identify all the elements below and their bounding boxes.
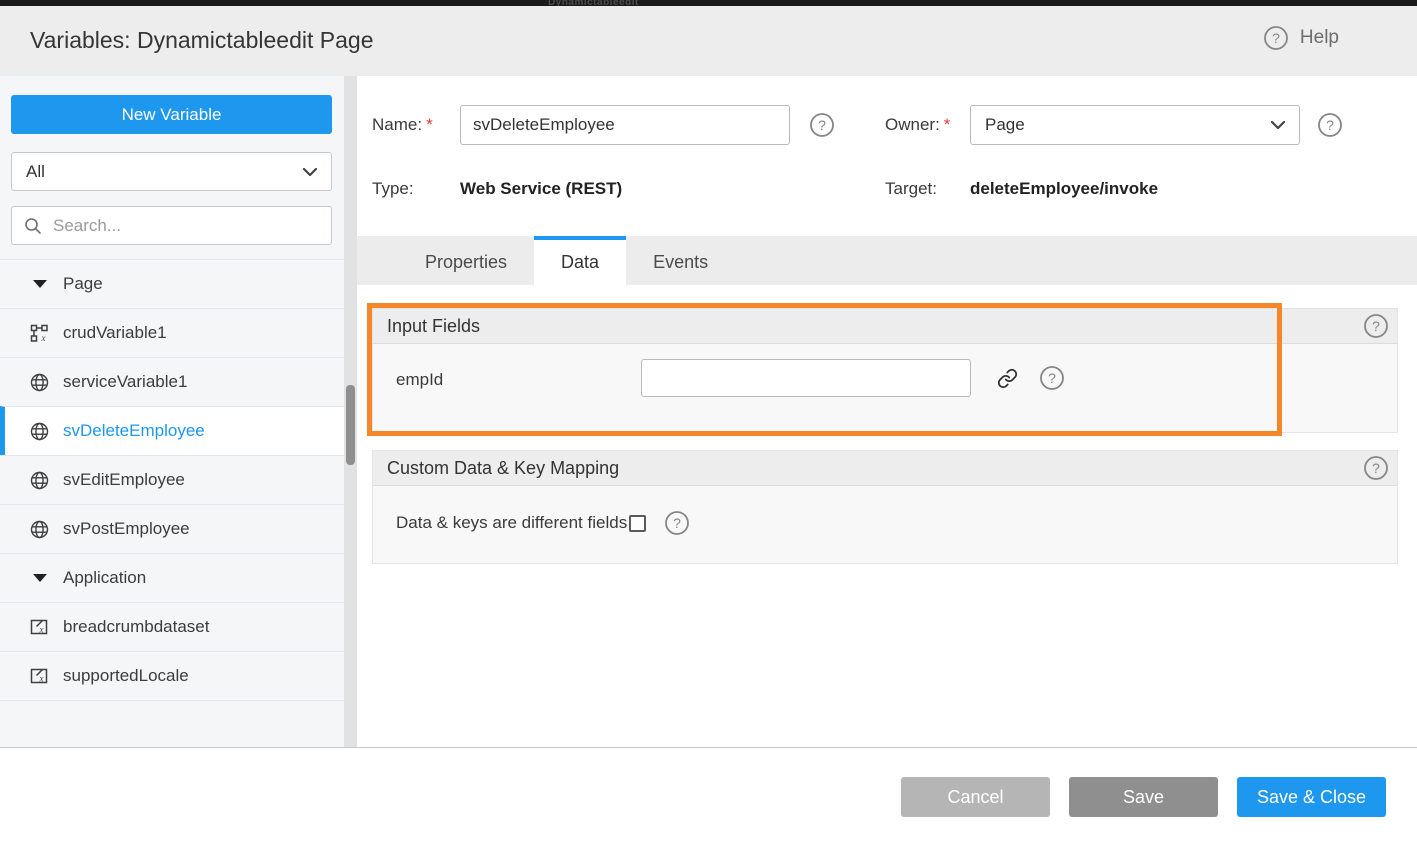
custom-mapping-header: Custom Data & Key Mapping [373,451,1397,486]
dialog-footer: Cancel Save Save & Close [0,748,1417,845]
variable-row-servicevariable1[interactable]: serviceVariable1 [0,357,344,406]
group-row-page[interactable]: Page [0,259,344,308]
input-fields-section: Input Fields empId [372,308,1398,433]
search-icon [24,217,42,235]
different-fields-row: Data & keys are different fields [396,510,690,536]
variable-label: svDeleteEmployee [63,421,205,441]
name-label: Name:* [372,115,433,135]
save-button[interactable]: Save [1069,777,1218,817]
dialog-title: Variables: Dynamictableedit Page [30,27,373,54]
variable-row-crudvariable1[interactable]: crudVariable1 [0,308,344,357]
name-help-icon[interactable] [809,112,835,138]
type-label: Type: [372,179,414,199]
crud-variable-icon [30,324,49,343]
input-fields-body: empId [373,344,1397,432]
tab-data[interactable]: Data [534,236,626,285]
tab-properties[interactable]: Properties [398,236,534,285]
variable-filter-value: All [26,162,45,182]
help-circle-icon [1263,25,1289,51]
owner-value: Page [985,115,1025,135]
service-variable-icon [30,422,49,441]
new-variable-button[interactable]: New Variable [11,95,332,134]
different-fields-label: Data & keys are different fields [396,513,627,533]
help-button[interactable]: Help [1263,25,1339,51]
empid-help-icon[interactable] [1039,365,1065,391]
variable-row-svpostemployee[interactable]: svPostEmployee [0,504,344,553]
sidebar-scrollbar-thumb[interactable] [346,385,355,465]
variables-dialog: Dynamictableedit Variables: Dynamictable… [0,0,1417,845]
empid-input[interactable] [641,359,971,397]
variable-search-box [11,206,332,245]
model-variable-icon [30,618,49,637]
variable-label: supportedLocale [63,666,189,686]
variable-label: svEditEmployee [63,470,185,490]
search-input[interactable] [51,215,319,237]
service-variable-icon [30,373,49,392]
chevron-down-icon [303,168,317,176]
owner-select[interactable]: Page [970,105,1300,145]
custom-mapping-help-icon[interactable] [1363,455,1389,481]
variable-list: Page crudVariable1 serviceVariable1 svDe… [0,259,344,701]
service-variable-icon [30,520,49,539]
chevron-down-icon [1271,121,1285,129]
service-variable-icon [30,471,49,490]
different-fields-help-icon[interactable] [664,510,690,536]
tab-events[interactable]: Events [626,236,735,285]
variable-label: crudVariable1 [63,323,167,343]
variable-label: breadcrumbdataset [63,617,209,637]
variable-label: serviceVariable1 [63,372,187,392]
variable-row-breadcrumbdataset[interactable]: breadcrumbdataset [0,602,344,651]
variable-detail-panel: Name:* Owner:* Page Type: Web Service (R… [357,76,1417,747]
empid-label: empId [396,370,443,390]
target-value: deleteEmployee/invoke [970,179,1158,199]
variable-row-svdeleteemployee-selected[interactable]: svDeleteEmployee [0,406,344,455]
dialog-header: Variables: Dynamictableedit Page Help [0,6,1417,76]
sidebar-scrollbar-track [344,76,357,747]
model-variable-icon [30,667,49,686]
help-label: Help [1300,27,1339,49]
variable-label: svPostEmployee [63,519,190,539]
variables-sidebar: New Variable All Page crudVariable1 [0,76,344,747]
collapse-triangle-icon [30,280,49,288]
required-asterisk: * [944,115,951,134]
variable-row-sveditemployee[interactable]: svEditEmployee [0,455,344,504]
collapse-triangle-icon [30,574,49,582]
custom-mapping-title: Custom Data & Key Mapping [387,458,619,479]
bind-link-icon[interactable] [997,368,1018,389]
custom-mapping-section: Custom Data & Key Mapping Data & keys ar… [372,450,1398,564]
name-input[interactable] [460,105,790,145]
owner-help-icon[interactable] [1317,112,1343,138]
save-and-close-button[interactable]: Save & Close [1237,777,1386,817]
group-label: Application [63,568,146,588]
variable-filter-select[interactable]: All [11,152,332,191]
owner-label: Owner:* [885,115,950,135]
different-fields-checkbox[interactable] [629,515,646,532]
custom-mapping-body: Data & keys are different fields [373,486,1397,563]
type-value: Web Service (REST) [460,179,622,199]
variable-row-supportedlocale[interactable]: supportedLocale [0,651,344,700]
detail-tabbar: Properties Data Events [357,236,1417,285]
cancel-button[interactable]: Cancel [901,777,1050,817]
group-label: Page [63,274,103,294]
input-fields-help-icon[interactable] [1363,313,1389,339]
input-fields-title: Input Fields [387,316,480,337]
required-asterisk: * [426,115,433,134]
group-row-application[interactable]: Application [0,553,344,602]
target-label: Target: [885,179,937,199]
input-fields-header: Input Fields [373,309,1397,344]
